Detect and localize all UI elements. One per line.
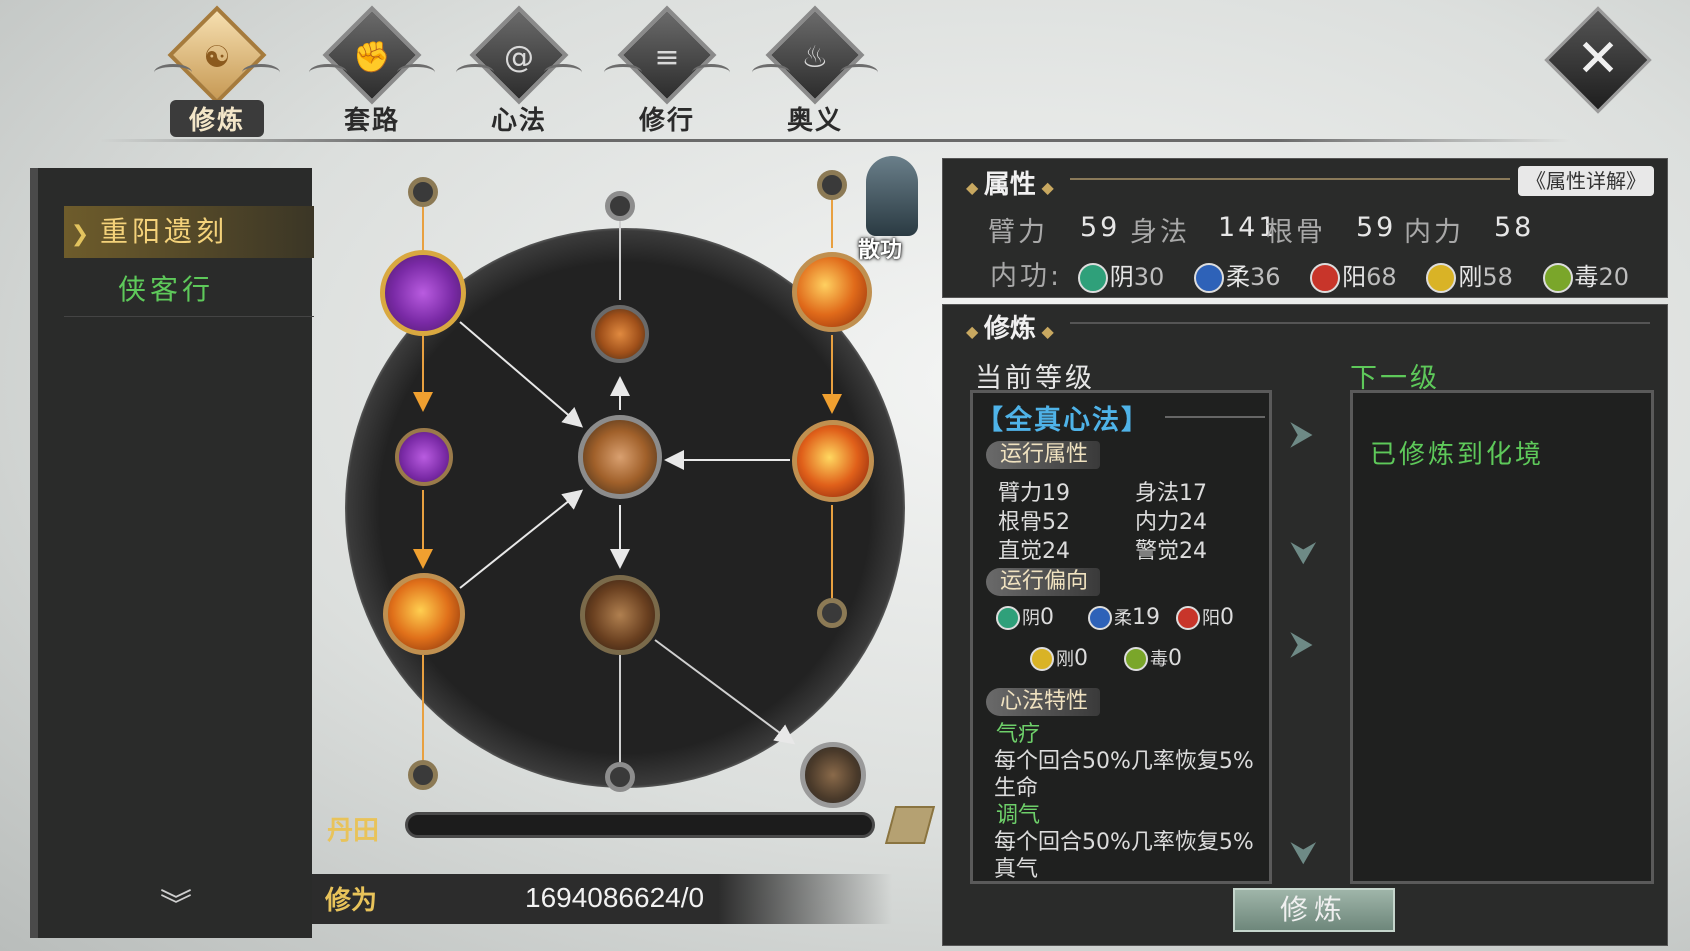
trait-desc: 真气 [994,857,1039,882]
run-attr-tag: 运行属性 [986,441,1101,469]
skill-node-center-core[interactable] [578,415,662,499]
stat-value: 59 [1356,212,1397,243]
skill-name: 【全真心法】 [976,405,1150,436]
stat-label: 内力 [1404,217,1464,248]
stat-value: 59 [1080,212,1121,243]
skill-node-purple-large[interactable] [380,250,466,336]
tree-endpoint-dot [408,760,438,790]
gang-orb-icon [1426,263,1457,293]
run-attr-item: 警觉24 [1135,539,1208,564]
sangong-label: 散功 [858,238,903,263]
skill-node-fire-palms[interactable] [591,305,649,363]
stat-value: 58 [1494,212,1535,243]
neigong-rou: 柔36 [1193,257,1280,293]
trait-tag: 心法特性 [986,688,1101,716]
skill-node-purple-small[interactable] [395,428,453,486]
level-arrow-icon: ⮞ [1290,624,1314,662]
neigong-du: 毒20 [1542,257,1629,293]
gang-orb-icon [1030,647,1054,671]
skill-node-flame-claw[interactable] [792,252,872,332]
dantian-label: 丹田 [327,816,380,846]
yang-orb-icon [1176,606,1200,630]
stat-label: 根骨 [1266,217,1326,248]
xiuwei-value: 1694086624/0 [525,882,705,913]
run-attr-item: 根骨52 [998,510,1071,535]
title-divider [1070,322,1650,324]
tree-endpoint-dot [817,598,847,628]
du-orb-icon [1542,263,1573,293]
stat-label: 臂力 [988,217,1048,248]
neigong-yin: 阴30 [1077,257,1164,293]
bias-rou: 柔19 [1088,604,1160,630]
run-attr-item: 身法17 [1135,481,1208,506]
attribute-detail-button[interactable]: 《属性详解》 [1518,166,1654,196]
run-attr-item: 内力24 [1135,510,1208,535]
attribute-panel-title: ◆ 属性 ◆ [966,170,1054,200]
train-button[interactable]: 修炼 [1233,888,1395,932]
neigong-row: 内功: 阴30 柔36 阳68 刚58 毒20 [990,254,1651,293]
skill-node-flame-arm[interactable] [383,573,465,655]
bias-gang: 刚0 [1030,645,1088,671]
level-arrow-icon: ⮟ [1290,834,1318,872]
sangong-button[interactable]: 散功 [858,156,928,263]
run-attr-item: 臂力19 [998,481,1071,506]
run-attr-item: 直觉24 [998,539,1071,564]
dantian-progress-bar [405,812,875,838]
tree-endpoint-dot [605,191,635,221]
title-divider [1070,178,1510,180]
neigong-gang: 刚58 [1426,257,1513,293]
rou-orb-icon [1193,263,1224,293]
du-orb-icon [1124,647,1148,671]
stat-label: 身法 [1130,217,1190,248]
monk-figure-icon [866,156,918,236]
bias-yin: 阴0 [996,604,1054,630]
rou-orb-icon [1088,606,1112,630]
tree-endpoint-dot [408,177,438,207]
skill-node-flame-fist[interactable] [792,420,874,502]
neigong-label: 内功: [990,261,1063,292]
yin-orb-icon [996,606,1020,630]
level-arrow-icon: ⮞ [1290,414,1314,452]
yin-orb-icon [1077,263,1108,293]
yang-orb-icon [1310,263,1341,293]
cultivation-panel-title: ◆ 修炼 ◆ [966,314,1054,344]
skill-name-divider [1165,416,1265,418]
xiuwei-label: 修为 [325,886,378,916]
tree-endpoint-dot [605,762,635,792]
neigong-yang: 阳68 [1310,257,1397,293]
bias-tag: 运行偏向 [986,568,1101,596]
skill-node-meditation[interactable] [800,742,866,808]
next-level-text: 已修炼到化境 [1370,440,1545,470]
level-arrow-icon: ⮟ [1290,534,1318,572]
tree-endpoint-dot [817,170,847,200]
skill-node-bottom-core[interactable] [580,575,660,655]
bias-du: 毒0 [1124,645,1182,671]
bias-yang: 阳0 [1176,604,1234,630]
